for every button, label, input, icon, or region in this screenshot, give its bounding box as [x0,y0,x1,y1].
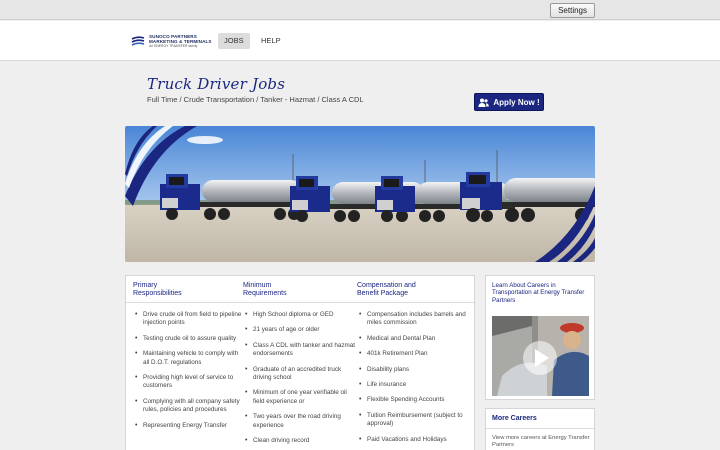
heading-line-1: Primary [133,282,158,289]
video-thumbnail-image [492,316,589,396]
list-item: 21 years of age or older [243,326,355,335]
list-item: Flexible Spending Accounts [357,396,475,405]
list-item: 401k Retirement Plan [357,350,475,359]
logo-line-3: An ENERGY TRANSFER family [149,44,198,49]
company-logo[interactable]: SUNOCO PARTNERS MARKETING & TERMINALS An… [131,33,212,51]
logo-swoosh-icon [131,36,145,46]
nav-item-jobs[interactable]: JOBS [218,33,250,49]
more-careers-divider [486,428,594,429]
more-careers-title[interactable]: More Careers [492,415,537,422]
list-item: High School diploma or GED [243,311,355,320]
settings-button[interactable]: Settings [550,3,595,18]
nav-item-help[interactable]: HELP [255,33,287,49]
page-title: Truck Driver Jobs [147,75,286,93]
list-item: Disability plans [357,366,475,375]
list-item: Paid Vacations and Holidays [357,436,475,445]
list-item: Compensation includes barrels and miles … [357,311,475,328]
heading-line-1: Minimum [243,282,272,289]
list-item: Tuition Reimbursement (subject to approv… [357,412,475,429]
requirements-column: Minimum Requirements High School diploma… [243,276,355,450]
requirements-list: High School diploma or GED 21 years of a… [243,311,355,446]
list-item: Graduate of an accredited truck driving … [243,366,355,383]
apply-now-label: Apply Now ! [493,97,540,107]
benefits-column: Compensation and Benefit Package Compens… [357,276,475,450]
list-item: Clean driving record [243,437,355,446]
list-item: Two years over the road driving experien… [243,413,355,430]
requirements-heading: Minimum Requirements [243,282,355,304]
users-icon [478,98,490,107]
list-item: Minimum of one year verifiable oil field… [243,389,355,406]
heading-line-2: Responsibilities [133,290,182,297]
top-bar: Settings [0,0,720,20]
list-item: Testing crude oil to assure quality [133,335,243,344]
list-item: Medical and Dental Plan [357,335,475,344]
benefits-list: Compensation includes barrels and miles … [357,311,475,444]
heading-line-2: Benefit Package [357,290,408,297]
responsibilities-heading: Primary Responsibilities [133,282,243,304]
list-item: Class A CDL with tanker and hazmat endor… [243,342,355,359]
careers-video-card: Learn About Careers in Transportation at… [485,275,595,400]
careers-video-thumbnail[interactable] [492,316,589,396]
video-card-title[interactable]: Learn About Careers in Transportation at… [492,282,590,304]
job-details-panel: Primary Responsibilities Drive crude oil… [125,275,476,450]
responsibilities-column: Primary Responsibilities Drive crude oil… [133,276,243,437]
responsibilities-list: Drive crude oil from field to pipeline i… [133,311,243,430]
benefits-heading: Compensation and Benefit Package [357,282,475,304]
list-item: Providing high level of service to custo… [133,374,243,391]
list-item: Maintaining vehicle to comply with all D… [133,350,243,367]
more-careers-link[interactable]: View more careers at Energy Transfer Par… [492,435,590,449]
list-item: Representing Energy Transfer [133,422,243,431]
heading-line-2: Requirements [243,290,287,297]
apply-now-button[interactable]: Apply Now ! [474,93,544,111]
list-item: Drive crude oil from field to pipeline i… [133,311,243,328]
heading-line-1: Compensation and [357,282,416,289]
logo-text: SUNOCO PARTNERS MARKETING & TERMINALS An… [149,35,212,49]
list-item: Complying with all company safety rules,… [133,398,243,415]
tanker-trucks-photo [125,126,595,262]
hero-image-trucks [125,126,595,262]
nav-bar: SUNOCO PARTNERS MARKETING & TERMINALS An… [0,21,720,61]
list-item: Life insurance [357,381,475,390]
more-careers-card: More Careers View more careers at Energy… [485,408,595,450]
job-subtitle: Full Time / Crude Transportation / Tanke… [147,95,364,104]
